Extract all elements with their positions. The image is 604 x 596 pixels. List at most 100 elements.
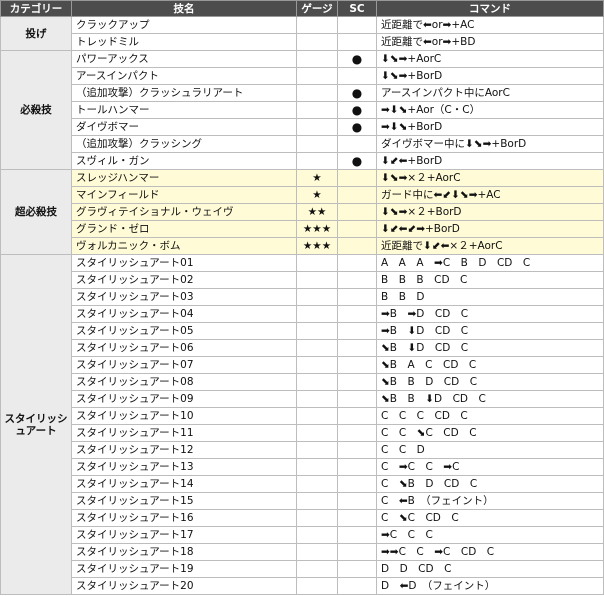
table-row: グラヴィテイショナル・ウェイヴ ★★ ⬇⬊➡×２+BorD <box>1 203 604 221</box>
command-cell: ➡B ➡D CD C <box>376 305 604 323</box>
category-cell: スタイリッシュアート <box>0 254 72 595</box>
gauge-cell <box>296 441 338 459</box>
move-name-cell: ダイヴボマー <box>71 118 297 136</box>
move-name-cell: スタイリッシュアート12 <box>71 441 297 459</box>
command-cell: C C C CD C <box>376 407 604 425</box>
move-name-cell: スタイリッシュアート03 <box>71 288 297 306</box>
gauge-cell: ★★ <box>296 203 338 221</box>
table-row: スタイリッシュアート09 ⬊B B ⬇D CD C <box>1 390 604 408</box>
move-name-cell: スタイリッシュアート01 <box>71 254 297 272</box>
sc-cell <box>337 322 377 340</box>
gauge-cell <box>296 152 338 170</box>
header-move-name: 技名 <box>71 0 297 17</box>
command-cell: ダイヴボマー中に⬇⬊➡+BorD <box>376 135 604 153</box>
sc-cell <box>337 16 377 34</box>
gauge-cell <box>296 526 338 544</box>
gauge-cell <box>296 135 338 153</box>
command-cell: ⬇⬊➡+BorD <box>376 67 604 85</box>
table-row: トレッドミル 近距離で⬅or➡+BD <box>1 33 604 51</box>
table-row: ダイヴボマー ● ➡⬇⬊+BorD <box>1 118 604 136</box>
category-cell: 必殺技 <box>0 50 72 170</box>
gauge-cell <box>296 84 338 102</box>
table-row: スタイリッシュアート19 D D CD C <box>1 560 604 578</box>
move-name-cell: （追加攻撃）クラッシング <box>71 135 297 153</box>
gauge-cell <box>296 407 338 425</box>
gauge-cell <box>296 509 338 527</box>
sc-cell <box>337 577 377 595</box>
table-row: スタイリッシュアート07 ⬊B A C CD C <box>1 356 604 374</box>
gauge-cell: ★ <box>296 169 338 187</box>
sc-cell: ● <box>337 118 377 136</box>
sc-cell <box>337 509 377 527</box>
sc-cell <box>337 186 377 204</box>
move-name-cell: トールハンマー <box>71 101 297 119</box>
category-cell: 超必殺技 <box>0 169 72 255</box>
sc-cell <box>337 203 377 221</box>
gauge-cell <box>296 543 338 561</box>
sc-cell <box>337 220 377 238</box>
sc-cell: ● <box>337 101 377 119</box>
header-command: コマンド <box>376 0 604 17</box>
move-name-cell: スヴィル・ガン <box>71 152 297 170</box>
move-name-cell: スレッジハンマー <box>71 169 297 187</box>
move-name-cell: グラヴィテイショナル・ウェイヴ <box>71 203 297 221</box>
command-cell: ⬇⬊➡×２+BorD <box>376 203 604 221</box>
move-name-cell: スタイリッシュアート08 <box>71 373 297 391</box>
sc-cell <box>337 441 377 459</box>
command-cell: ➡C C C <box>376 526 604 544</box>
command-cell: ⬊B A C CD C <box>376 356 604 374</box>
move-name-cell: スタイリッシュアート05 <box>71 322 297 340</box>
gauge-cell <box>296 339 338 357</box>
gauge-cell <box>296 305 338 323</box>
header-gauge: ゲージ <box>296 0 338 17</box>
command-cell: ➡⬇⬊+BorD <box>376 118 604 136</box>
table-row: トールハンマー ● ➡⬇⬊+Aor（C・C） <box>1 101 604 119</box>
gauge-cell <box>296 458 338 476</box>
gauge-cell <box>296 118 338 136</box>
sc-cell <box>337 169 377 187</box>
table-row: スタイリッシュアート15 C ⬅B （フェイント） <box>1 492 604 510</box>
gauge-cell <box>296 271 338 289</box>
sc-cell <box>337 271 377 289</box>
command-cell: ⬇⬋⬅⬋➡+BorD <box>376 220 604 238</box>
header-sc: SC <box>337 0 377 17</box>
move-name-cell: スタイリッシュアート07 <box>71 356 297 374</box>
sc-cell: ● <box>337 84 377 102</box>
move-name-cell: ヴォルカニック・ボム <box>71 237 297 255</box>
table-row: スタイリッシュアート20 D ⬅D （フェイント） <box>1 577 604 595</box>
gauge-cell <box>296 492 338 510</box>
move-name-cell: スタイリッシュアート04 <box>71 305 297 323</box>
header-row: カテゴリー 技名 ゲージ SC コマンド <box>0 0 604 17</box>
sc-cell <box>337 67 377 85</box>
move-name-cell: アースインパクト <box>71 67 297 85</box>
gauge-cell <box>296 254 338 272</box>
table-row: スタイリッシュアート10 C C C CD C <box>1 407 604 425</box>
command-cell: ⬇⬊➡+AorC <box>376 50 604 68</box>
move-name-cell: スタイリッシュアート19 <box>71 560 297 578</box>
move-name-cell: スタイリッシュアート09 <box>71 390 297 408</box>
command-cell: D D CD C <box>376 560 604 578</box>
move-name-cell: スタイリッシュアート18 <box>71 543 297 561</box>
move-name-cell: スタイリッシュアート13 <box>71 458 297 476</box>
move-name-cell: スタイリッシュアート11 <box>71 424 297 442</box>
move-name-cell: マインフィールド <box>71 186 297 204</box>
move-name-cell: トレッドミル <box>71 33 297 51</box>
table-row: スタイリッシュアート03 B B D <box>1 288 604 306</box>
table-row: スタイリッシュアート14 C ⬊B D CD C <box>1 475 604 493</box>
table-row: スタイリッシュアート04 ➡B ➡D CD C <box>1 305 604 323</box>
sc-cell <box>337 305 377 323</box>
gauge-cell <box>296 101 338 119</box>
table-row: ヴォルカニック・ボム ★★★ 近距離で⬇⬋⬅×２+AorC <box>1 237 604 255</box>
gauge-cell <box>296 33 338 51</box>
gauge-cell <box>296 288 338 306</box>
move-name-cell: スタイリッシュアート20 <box>71 577 297 595</box>
table-row: 超必殺技 スレッジハンマー ★ ⬇⬊➡×２+AorC <box>0 169 604 255</box>
gauge-cell <box>296 390 338 408</box>
sc-cell <box>337 373 377 391</box>
command-cell: C ➡C C ➡C <box>376 458 604 476</box>
command-cell: C ⬅B （フェイント） <box>376 492 604 510</box>
table-row: スタイリッシュアート06 ⬊B ⬇D CD C <box>1 339 604 357</box>
table-row: スタイリッシュアート05 ➡B ⬇D CD C <box>1 322 604 340</box>
table-row: マインフィールド ★ ガード中に⬅⬋⬇⬊➡+AC <box>1 186 604 204</box>
sc-cell <box>337 339 377 357</box>
